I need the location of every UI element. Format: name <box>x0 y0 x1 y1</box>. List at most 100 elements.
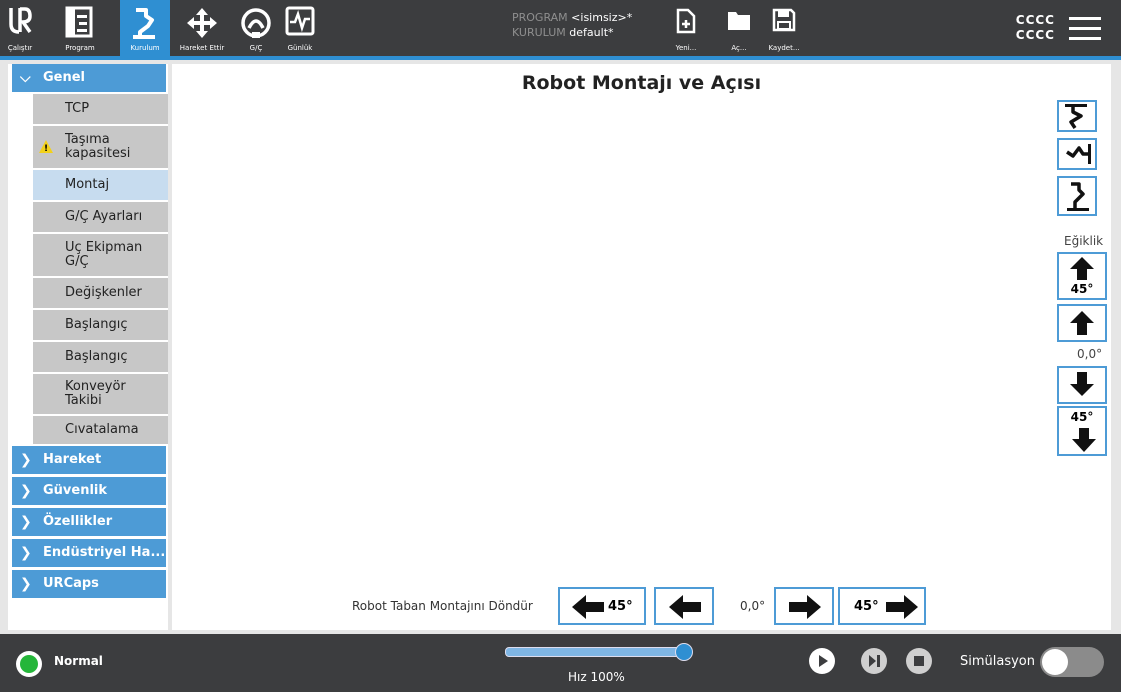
sidebar-item-tcp[interactable]: TCP <box>33 94 168 124</box>
log-icon <box>285 6 315 36</box>
section-safety[interactable]: ❯ Güvenlik <box>12 477 166 505</box>
save-file-label: Kaydet... <box>768 44 800 52</box>
rotate-value: 0,0° <box>740 599 766 613</box>
section-features[interactable]: ❯ Özellikler <box>12 508 166 536</box>
wall-mount-button[interactable] <box>1057 138 1097 170</box>
ur-logo-icon <box>9 7 32 34</box>
save-icon <box>772 8 796 32</box>
section-move[interactable]: ❯ Hareket <box>12 446 166 474</box>
nav-move[interactable]: Hareket Ettir <box>170 0 234 56</box>
sidebar-item-label: Başlangıç <box>65 349 128 364</box>
save-file-button[interactable]: Kaydet... <box>762 4 806 56</box>
top-bar-accent <box>0 56 1121 60</box>
sidebar-item-label: G/Ç Ayarları <box>65 209 143 224</box>
sidebar-item-label: Konveyör Takibi <box>65 379 126 408</box>
sidebar-item-label: Taşıma kapasitesi <box>65 132 131 161</box>
nav-io[interactable]: G/Ç <box>234 0 278 56</box>
sidebar-item-mounting[interactable]: Montaj <box>33 170 168 200</box>
arrow-left-icon <box>669 595 701 619</box>
sidebar-item-conveyor-tracking[interactable]: Konveyör Takibi <box>33 374 168 414</box>
program-name: <isimsiz>* <box>571 11 633 24</box>
bottom-bar: Normal Hız 100% Simülasyon <box>0 634 1121 692</box>
sidebar-item-variables[interactable]: Değişkenler <box>33 278 168 308</box>
speed-slider[interactable] <box>505 647 687 657</box>
nav-log[interactable]: Günlük <box>278 0 322 56</box>
sidebar-item-io-setup[interactable]: G/Ç Ayarları <box>33 202 168 232</box>
tilt-up-45-button[interactable]: 45° <box>1057 252 1107 300</box>
tilt-up-button[interactable] <box>1057 304 1107 342</box>
arrow-down-icon <box>1070 372 1094 396</box>
step-icon <box>869 655 880 667</box>
section-safety-label: Güvenlik <box>43 483 108 498</box>
play-button[interactable] <box>809 648 835 674</box>
sidebar-item-payload[interactable]: ! Taşıma kapasitesi <box>33 126 168 168</box>
warning-icon: ! <box>39 140 53 154</box>
section-features-label: Özellikler <box>43 514 113 529</box>
floor-mount-button[interactable] <box>1057 176 1097 216</box>
section-general-label: Genel <box>43 70 86 85</box>
program-key: PROGRAM <box>512 11 568 24</box>
arrow-up-icon <box>1070 311 1094 335</box>
nav-io-label: G/Ç <box>249 44 263 52</box>
user-line-2: CCCC <box>1015 28 1055 42</box>
sidebar-item-startup-2[interactable]: Başlangıç <box>33 342 168 372</box>
step-button[interactable] <box>861 648 887 674</box>
sidebar-item-label: Değişkenler <box>65 285 142 300</box>
nav-installation[interactable]: Kurulum <box>120 0 170 56</box>
speed-slider-handle[interactable] <box>675 643 693 661</box>
rotate-label: Robot Taban Montajını Döndür <box>352 599 533 613</box>
sidebar-item-startup[interactable]: Başlangıç <box>33 310 168 340</box>
simulation-toggle[interactable] <box>1040 647 1104 677</box>
nav-program-label: Program <box>65 44 95 52</box>
move-icon <box>187 8 217 38</box>
section-industrial[interactable]: ❯ Endüstriyel Ha... <box>12 539 166 567</box>
tilt-down-45-label: 45° <box>1070 410 1094 424</box>
arrow-down-icon <box>1072 428 1096 452</box>
sidebar-item-label: TCP <box>65 101 90 116</box>
chevron-right-icon: ❯ <box>20 576 32 592</box>
simulation-label: Simülasyon <box>960 654 1036 669</box>
ceiling-mount-button[interactable] <box>1057 100 1097 132</box>
stop-button[interactable] <box>906 648 932 674</box>
arrow-left-icon <box>572 595 604 619</box>
sidebar-item-screwdriving[interactable]: Cıvatalama <box>33 416 168 444</box>
page-title: Robot Montajı ve Açısı <box>521 72 762 94</box>
section-general[interactable]: ⌵ Genel <box>12 64 166 92</box>
nav-run[interactable]: Çalıştır <box>0 0 40 56</box>
arrow-up-icon <box>1070 257 1094 280</box>
user-line-1: CCCC <box>1015 13 1055 27</box>
user-info: CCCC CCCC <box>1016 13 1055 43</box>
folder-icon <box>728 12 750 30</box>
chevron-right-icon: ❯ <box>20 514 32 530</box>
status-indicator-icon[interactable] <box>16 651 42 677</box>
open-file-label: Aç... <box>731 44 747 52</box>
section-industrial-label: Endüstriyel Ha... <box>43 545 166 560</box>
nav-log-label: Günlük <box>287 44 313 52</box>
open-file-button[interactable]: Aç... <box>717 4 761 56</box>
rotate-right-45-button[interactable]: 45° <box>838 587 926 625</box>
rotate-left-45-label: 45° <box>608 599 633 614</box>
section-urcaps[interactable]: ❯ URCaps <box>12 570 166 598</box>
sidebar-item-tool-io[interactable]: Uç Ekipman G/Ç <box>33 234 168 276</box>
stop-icon <box>914 656 924 666</box>
new-file-button[interactable]: Yeni... <box>664 4 708 56</box>
program-info: PROGRAM <isimsiz>* KURULUM default* <box>512 10 632 40</box>
hamburger-menu-icon[interactable] <box>1069 17 1101 41</box>
rotate-right-button[interactable] <box>774 587 834 625</box>
nav-installation-label: Kurulum <box>130 44 160 52</box>
tilt-label: Eğiklik <box>1064 234 1104 248</box>
new-file-label: Yeni... <box>675 44 697 52</box>
rotate-left-45-button[interactable]: 45° <box>558 587 646 625</box>
tilt-down-button[interactable] <box>1057 366 1107 404</box>
play-icon <box>819 655 828 667</box>
nav-program[interactable]: Program <box>40 0 120 56</box>
new-file-icon <box>676 8 696 34</box>
section-urcaps-label: URCaps <box>43 576 99 591</box>
tilt-value: 0,0° <box>1077 347 1103 361</box>
wall-mount-icon <box>1066 144 1091 164</box>
installation-key: KURULUM <box>512 26 566 39</box>
toggle-knob <box>1042 649 1068 675</box>
rotate-left-button[interactable] <box>654 587 714 625</box>
tilt-down-45-button[interactable]: 45° <box>1057 406 1107 456</box>
sidebar-item-label: Uç Ekipman G/Ç <box>65 240 143 269</box>
